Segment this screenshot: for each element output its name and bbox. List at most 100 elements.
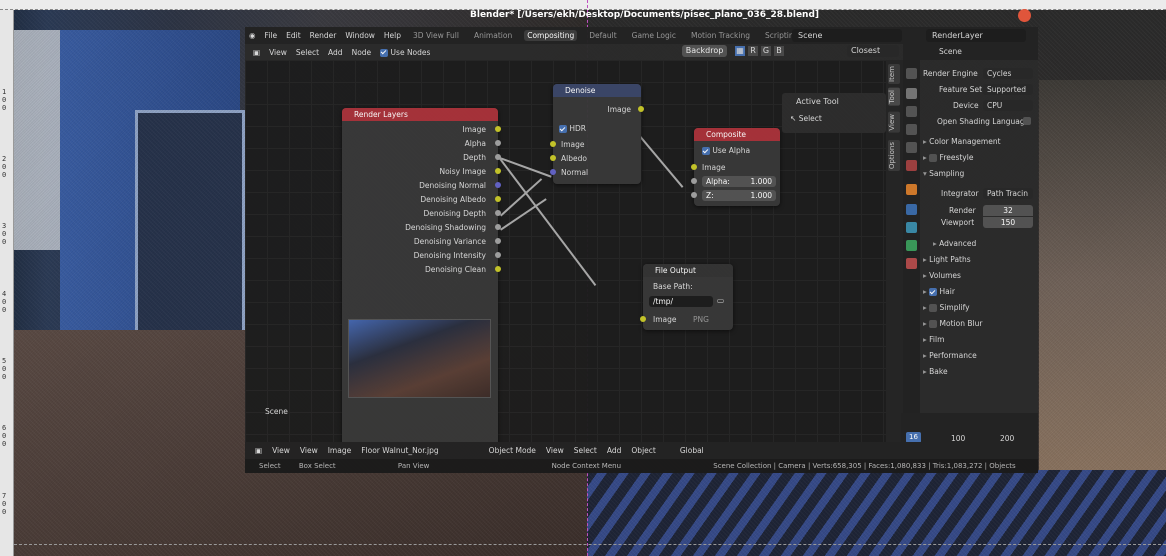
socket[interactable] (691, 164, 697, 170)
file-output-node[interactable]: File Output Base Path: /tmp/ ▭ Image PNG (640, 264, 733, 330)
color-management-section[interactable]: Color Management (923, 137, 1033, 146)
scene-icon[interactable] (906, 142, 917, 153)
select-tool[interactable]: ↖ Select (790, 114, 822, 123)
tab-tool[interactable]: Tool (888, 88, 900, 106)
light-paths-section[interactable]: Light Paths (923, 255, 1033, 264)
menu-edit[interactable]: Edit (286, 31, 301, 40)
menu-render[interactable]: Render (310, 31, 337, 40)
film-section[interactable]: Film (923, 335, 1033, 344)
object-icon[interactable] (906, 184, 917, 195)
base-path-input[interactable]: /tmp/ (649, 296, 713, 307)
socket[interactable] (495, 126, 501, 132)
image-editor-icon[interactable]: ▣ (255, 446, 262, 455)
menu-add[interactable]: Add (607, 446, 622, 455)
socket[interactable] (550, 169, 556, 175)
menu-add[interactable]: Add (328, 48, 343, 57)
hdr-toggle[interactable]: HDR (559, 124, 586, 133)
sampling-section[interactable]: Sampling (923, 169, 1033, 178)
tab-animation[interactable]: Animation (471, 30, 515, 41)
socket[interactable] (495, 210, 501, 216)
socket[interactable] (691, 192, 697, 198)
denoise-node[interactable]: Denoise Image HDR Image Albedo Normal (550, 84, 644, 184)
texture-icon[interactable] (906, 258, 917, 269)
node-editor-canvas[interactable]: Render Layers Image Alpha Depth Noisy Im… (245, 60, 903, 448)
freestyle-section[interactable]: Freestyle (923, 153, 1033, 162)
menu-view-2[interactable]: View (300, 446, 318, 455)
socket[interactable] (640, 316, 646, 322)
menu-select[interactable]: Select (574, 446, 597, 455)
composite-node[interactable]: Composite Use Alpha Image Alpha: 1.000 Z:… (691, 128, 780, 206)
render-layer-selector[interactable]: RenderLayer (926, 29, 1026, 42)
menu-file[interactable]: File (265, 31, 278, 40)
menu-view[interactable]: View (269, 48, 287, 57)
world-icon[interactable] (906, 160, 917, 171)
hair-section[interactable]: Hair (923, 287, 1033, 296)
orientation-dropdown[interactable]: Global (680, 446, 704, 455)
socket[interactable] (495, 196, 501, 202)
socket[interactable] (550, 141, 556, 147)
viewport-samples-field[interactable]: 150 (983, 217, 1033, 228)
view-layer-icon[interactable] (906, 124, 917, 135)
menu-object[interactable]: Object (631, 446, 655, 455)
menu-help[interactable]: Help (384, 31, 401, 40)
tab-game-logic[interactable]: Game Logic (629, 30, 679, 41)
z-field[interactable]: Z: 1.000 (702, 190, 776, 201)
volumes-section[interactable]: Volumes (923, 271, 1033, 280)
render-samples-field[interactable]: 32 (983, 205, 1033, 216)
scene-selector[interactable]: Scene (792, 29, 902, 42)
simplify-section[interactable]: Simplify (923, 303, 1033, 312)
tab-options[interactable]: Options (888, 140, 900, 172)
socket[interactable] (691, 178, 697, 184)
socket[interactable] (495, 168, 501, 174)
folder-icon[interactable]: ▭ (717, 296, 724, 305)
bake-section[interactable]: Bake (923, 367, 1033, 376)
render-engine-dropdown[interactable]: Cycles (983, 68, 1033, 79)
socket[interactable] (495, 238, 501, 244)
particles-icon[interactable] (906, 222, 917, 233)
tab-default[interactable]: Default (586, 30, 619, 41)
tab-compositing[interactable]: Compositing (524, 30, 578, 41)
socket[interactable] (638, 106, 644, 112)
tab-motion-tracking[interactable]: Motion Tracking (688, 30, 753, 41)
object-mode-dropdown[interactable]: Object Mode (489, 446, 536, 455)
performance-section[interactable]: Performance (923, 351, 1033, 360)
menu-view-3[interactable]: View (546, 446, 564, 455)
socket[interactable] (495, 266, 501, 272)
modifier-icon[interactable] (906, 204, 917, 215)
device-dropdown[interactable]: CPU (983, 100, 1033, 111)
motion-blur-section[interactable]: Motion Blur (923, 319, 1033, 328)
close-window-button[interactable] (1018, 9, 1031, 22)
use-nodes-toggle[interactable]: Use Nodes (380, 48, 430, 57)
socket[interactable] (550, 155, 556, 161)
backdrop-button[interactable]: Backdrop (682, 45, 727, 57)
menu-node[interactable]: Node (352, 48, 372, 57)
physics-icon[interactable] (906, 240, 917, 251)
socket[interactable] (495, 224, 501, 230)
osl-checkbox[interactable] (1023, 117, 1031, 125)
blender-logo-icon[interactable]: ◉ (249, 31, 256, 40)
socket[interactable] (495, 140, 501, 146)
socket[interactable] (495, 154, 501, 160)
output-icon[interactable] (906, 106, 917, 117)
socket[interactable] (495, 182, 501, 188)
integrator-dropdown[interactable]: Path Tracin (983, 188, 1033, 199)
menu-select[interactable]: Select (296, 48, 319, 57)
menu-image[interactable]: Image (328, 446, 352, 455)
tab-view[interactable]: View (888, 112, 900, 133)
editor-type-icon[interactable]: ▣ (253, 48, 260, 57)
use-alpha-toggle[interactable]: Use Alpha (702, 146, 750, 155)
channel-r[interactable]: R (748, 46, 758, 56)
advanced-section[interactable]: Advanced (933, 239, 1043, 248)
menu-window[interactable]: Window (345, 31, 375, 40)
tab-3d-view-full[interactable]: 3D View Full (410, 30, 462, 41)
filter-dropdown[interactable]: Closest (847, 45, 899, 57)
alpha-field[interactable]: Alpha: 1.000 (702, 176, 776, 187)
image-name-field[interactable]: Floor Walnut_Nor.jpg (361, 446, 438, 455)
menu-view[interactable]: View (272, 446, 290, 455)
socket[interactable] (495, 252, 501, 258)
render-icon[interactable] (906, 88, 917, 99)
channel-g[interactable]: G (761, 46, 771, 56)
feature-set-dropdown[interactable]: Supported (983, 84, 1033, 95)
channel-b[interactable]: B (774, 46, 784, 56)
tab-item[interactable]: Item (888, 64, 900, 84)
